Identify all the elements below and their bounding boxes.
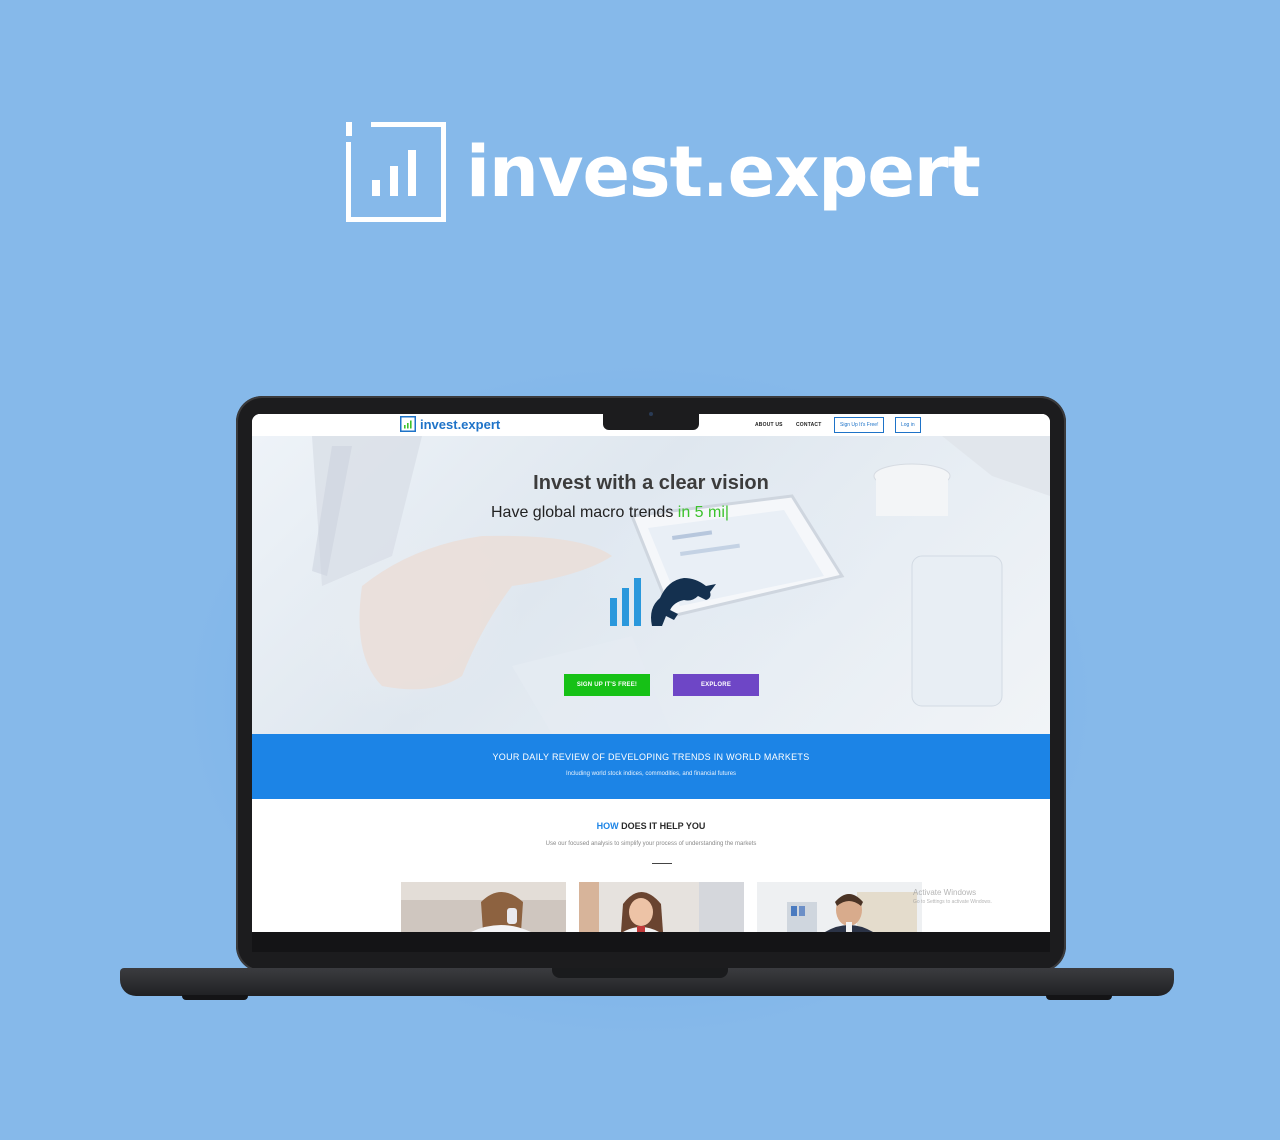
nav-about-label: ABOUT US [755,422,783,428]
brand-name: invest.expert [466,131,981,213]
banner-title: YOUR DAILY REVIEW OF DEVELOPING TRENDS I… [492,752,810,762]
laptop-foot [1046,995,1112,1000]
nav-signup-button[interactable]: Sign Up It's Free! [834,417,885,433]
how-title-accent: HOW [596,821,619,831]
bar-chart-frame-icon [400,416,416,432]
laptop-opening-notch [552,968,728,978]
nav-contact-label: CONTACT [796,422,822,428]
nav-login-button[interactable]: Log in [895,417,921,433]
hero-explore-button[interactable]: EXPLORE [673,674,759,696]
camera-icon [649,412,653,416]
hero-subtitle: Have global macro trends in 5 mi| [491,504,729,522]
laptop-foot [182,995,248,1000]
site-logo-text: invest.expert [420,416,501,432]
how-title-rest: DOES IT HELP YOU [618,821,706,831]
how-section-title: HOW DOES IT HELP YOU [252,821,1050,831]
bull-chart-icon [608,568,718,630]
site-logo[interactable]: invest.expert [400,416,500,432]
nav-about[interactable]: ABOUT US [755,417,783,433]
section-divider [652,863,672,864]
nav-contact[interactable]: CONTACT [796,417,821,433]
banner-subtitle: Including world stock indices, commoditi… [565,771,737,777]
laptop-screen: invest.expert ABOUT US CONTACT Sign Up I… [252,414,1050,932]
hero-section: Invest with a clear vision Have global m… [252,436,1050,734]
activation-watermark-title: Activate Windows [913,888,977,897]
how-section-subtitle: Use our focused analysis to simplify you… [545,841,757,847]
screen-chin [252,932,1050,952]
camera-notch [603,414,699,430]
hero-title: Invest with a clear vision [533,472,769,494]
activation-watermark-subtitle: Go to Settings to activate Windows. [913,899,992,905]
hero-signup-button[interactable]: SIGN UP IT'S FREE! [564,674,650,696]
trends-banner: YOUR DAILY REVIEW OF DEVELOPING TRENDS I… [252,734,1050,799]
feature-card-image[interactable] [401,882,566,932]
feature-card-image[interactable] [579,882,744,932]
hero-subtitle-prefix: Have global macro trends [491,504,678,521]
bar-chart-frame-icon [346,122,446,222]
brand-logo: invest.expert [346,122,981,222]
hero-subtitle-accent: in 5 mi| [677,504,730,521]
feature-card-image[interactable] [757,882,922,932]
nav-login-label: Log in [895,417,921,433]
nav-signup-label: Sign Up It's Free! [834,417,885,433]
